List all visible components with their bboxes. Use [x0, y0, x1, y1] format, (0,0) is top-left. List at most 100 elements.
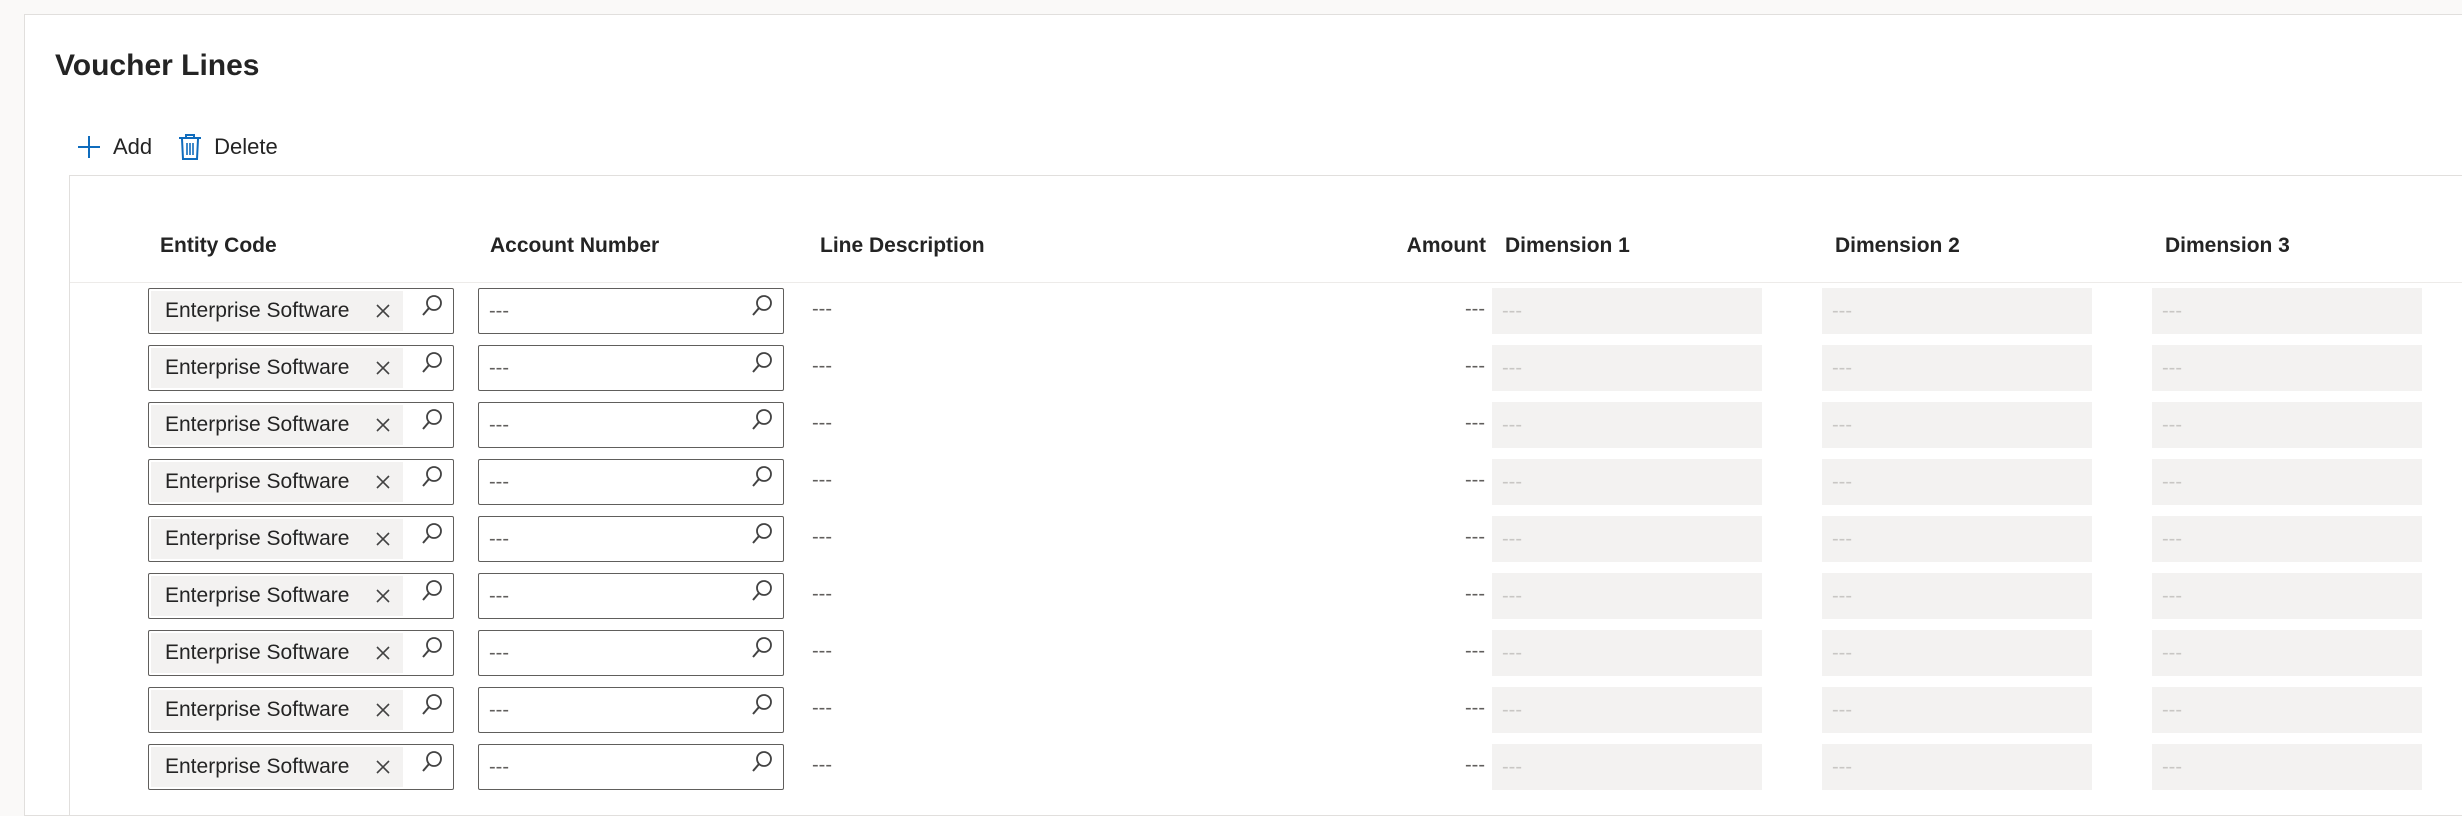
amount-cell[interactable]: ---	[1465, 298, 1485, 321]
search-icon[interactable]	[751, 635, 775, 659]
dimension-2-value: ---	[1832, 414, 1852, 436]
search-icon[interactable]	[421, 350, 445, 374]
amount-cell[interactable]: ---	[1465, 697, 1485, 720]
close-icon[interactable]	[375, 588, 391, 604]
entity-code-field[interactable]: Enterprise Software	[148, 744, 454, 790]
dimension-1-value: ---	[1502, 414, 1522, 436]
search-icon[interactable]	[751, 521, 775, 545]
account-number-value: ---	[489, 642, 509, 664]
entity-tag-label: Enterprise Software	[165, 755, 350, 778]
delete-button-label: Delete	[214, 134, 278, 159]
search-icon[interactable]	[751, 293, 775, 317]
entity-code-field[interactable]: Enterprise Software	[148, 459, 454, 505]
amount-cell[interactable]: ---	[1465, 469, 1485, 492]
dimension-3-field: ---	[2152, 573, 2422, 619]
header-dimension-3[interactable]: Dimension 3	[2165, 234, 2290, 258]
search-icon[interactable]	[421, 521, 445, 545]
header-amount[interactable]: Amount	[1407, 234, 1486, 258]
entity-tag: Enterprise Software	[151, 633, 403, 673]
dimension-1-value: ---	[1502, 300, 1522, 322]
search-icon[interactable]	[751, 350, 775, 374]
entity-tag: Enterprise Software	[151, 405, 403, 445]
account-number-field[interactable]: ---	[478, 744, 784, 790]
entity-tag: Enterprise Software	[151, 576, 403, 616]
dimension-3-value: ---	[2162, 528, 2182, 550]
close-icon[interactable]	[375, 645, 391, 661]
close-icon[interactable]	[375, 360, 391, 376]
line-description-cell[interactable]: ---	[812, 469, 832, 492]
account-number-field[interactable]: ---	[478, 402, 784, 448]
entity-tag-label: Enterprise Software	[165, 527, 350, 550]
header-account-number[interactable]: Account Number	[490, 234, 659, 258]
line-description-cell[interactable]: ---	[812, 412, 832, 435]
dimension-2-value: ---	[1832, 471, 1852, 493]
account-number-field[interactable]: ---	[478, 630, 784, 676]
search-icon[interactable]	[421, 464, 445, 488]
line-description-cell[interactable]: ---	[812, 298, 832, 321]
account-number-field[interactable]: ---	[478, 573, 784, 619]
search-icon[interactable]	[421, 749, 445, 773]
entity-code-field[interactable]: Enterprise Software	[148, 687, 454, 733]
line-description-cell[interactable]: ---	[812, 583, 832, 606]
account-number-field[interactable]: ---	[478, 687, 784, 733]
dimension-2-field: ---	[1822, 573, 2092, 619]
entity-tag: Enterprise Software	[151, 519, 403, 559]
line-description-cell[interactable]: ---	[812, 697, 832, 720]
entity-code-field[interactable]: Enterprise Software	[148, 402, 454, 448]
table-row: Enterprise Software --- --- --- --- ---	[70, 398, 2462, 455]
entity-code-field[interactable]: Enterprise Software	[148, 630, 454, 676]
close-icon[interactable]	[375, 417, 391, 433]
dimension-1-field: ---	[1492, 687, 1762, 733]
entity-code-field[interactable]: Enterprise Software	[148, 345, 454, 391]
search-icon[interactable]	[421, 407, 445, 431]
dimension-2-value: ---	[1832, 528, 1852, 550]
close-icon[interactable]	[375, 474, 391, 490]
line-description-cell[interactable]: ---	[812, 640, 832, 663]
entity-code-field[interactable]: Enterprise Software	[148, 516, 454, 562]
account-number-field[interactable]: ---	[478, 516, 784, 562]
dimension-1-field: ---	[1492, 573, 1762, 619]
search-icon[interactable]	[421, 293, 445, 317]
line-description-cell[interactable]: ---	[812, 355, 832, 378]
header-line-description[interactable]: Line Description	[820, 234, 985, 258]
dimension-3-value: ---	[2162, 414, 2182, 436]
add-button[interactable]: Add	[77, 127, 152, 167]
entity-tag-label: Enterprise Software	[165, 299, 350, 322]
header-entity-code[interactable]: Entity Code	[160, 234, 277, 258]
line-description-cell[interactable]: ---	[812, 754, 832, 777]
search-icon[interactable]	[751, 749, 775, 773]
close-icon[interactable]	[375, 702, 391, 718]
amount-cell[interactable]: ---	[1465, 355, 1485, 378]
entity-code-field[interactable]: Enterprise Software	[148, 573, 454, 619]
dimension-1-value: ---	[1502, 642, 1522, 664]
search-icon[interactable]	[421, 578, 445, 602]
dimension-2-field: ---	[1822, 687, 2092, 733]
search-icon[interactable]	[421, 635, 445, 659]
search-icon[interactable]	[751, 464, 775, 488]
account-number-field[interactable]: ---	[478, 345, 784, 391]
amount-cell[interactable]: ---	[1465, 526, 1485, 549]
search-icon[interactable]	[751, 578, 775, 602]
entity-tag-label: Enterprise Software	[165, 413, 350, 436]
entity-tag: Enterprise Software	[151, 291, 403, 331]
amount-cell[interactable]: ---	[1465, 754, 1485, 777]
table-row: Enterprise Software --- --- --- --- ---	[70, 626, 2462, 683]
line-description-cell[interactable]: ---	[812, 526, 832, 549]
entity-code-field[interactable]: Enterprise Software	[148, 288, 454, 334]
delete-button[interactable]: Delete	[178, 127, 278, 167]
search-icon[interactable]	[751, 407, 775, 431]
entity-tag-label: Enterprise Software	[165, 356, 350, 379]
search-icon[interactable]	[751, 692, 775, 716]
account-number-field[interactable]: ---	[478, 288, 784, 334]
amount-cell[interactable]: ---	[1465, 640, 1485, 663]
amount-cell[interactable]: ---	[1465, 412, 1485, 435]
dimension-2-field: ---	[1822, 288, 2092, 334]
header-dimension-1[interactable]: Dimension 1	[1505, 234, 1630, 258]
close-icon[interactable]	[375, 303, 391, 319]
amount-cell[interactable]: ---	[1465, 583, 1485, 606]
close-icon[interactable]	[375, 531, 391, 547]
account-number-field[interactable]: ---	[478, 459, 784, 505]
dimension-1-value: ---	[1502, 471, 1522, 493]
search-icon[interactable]	[421, 692, 445, 716]
header-dimension-2[interactable]: Dimension 2	[1835, 234, 1960, 258]
